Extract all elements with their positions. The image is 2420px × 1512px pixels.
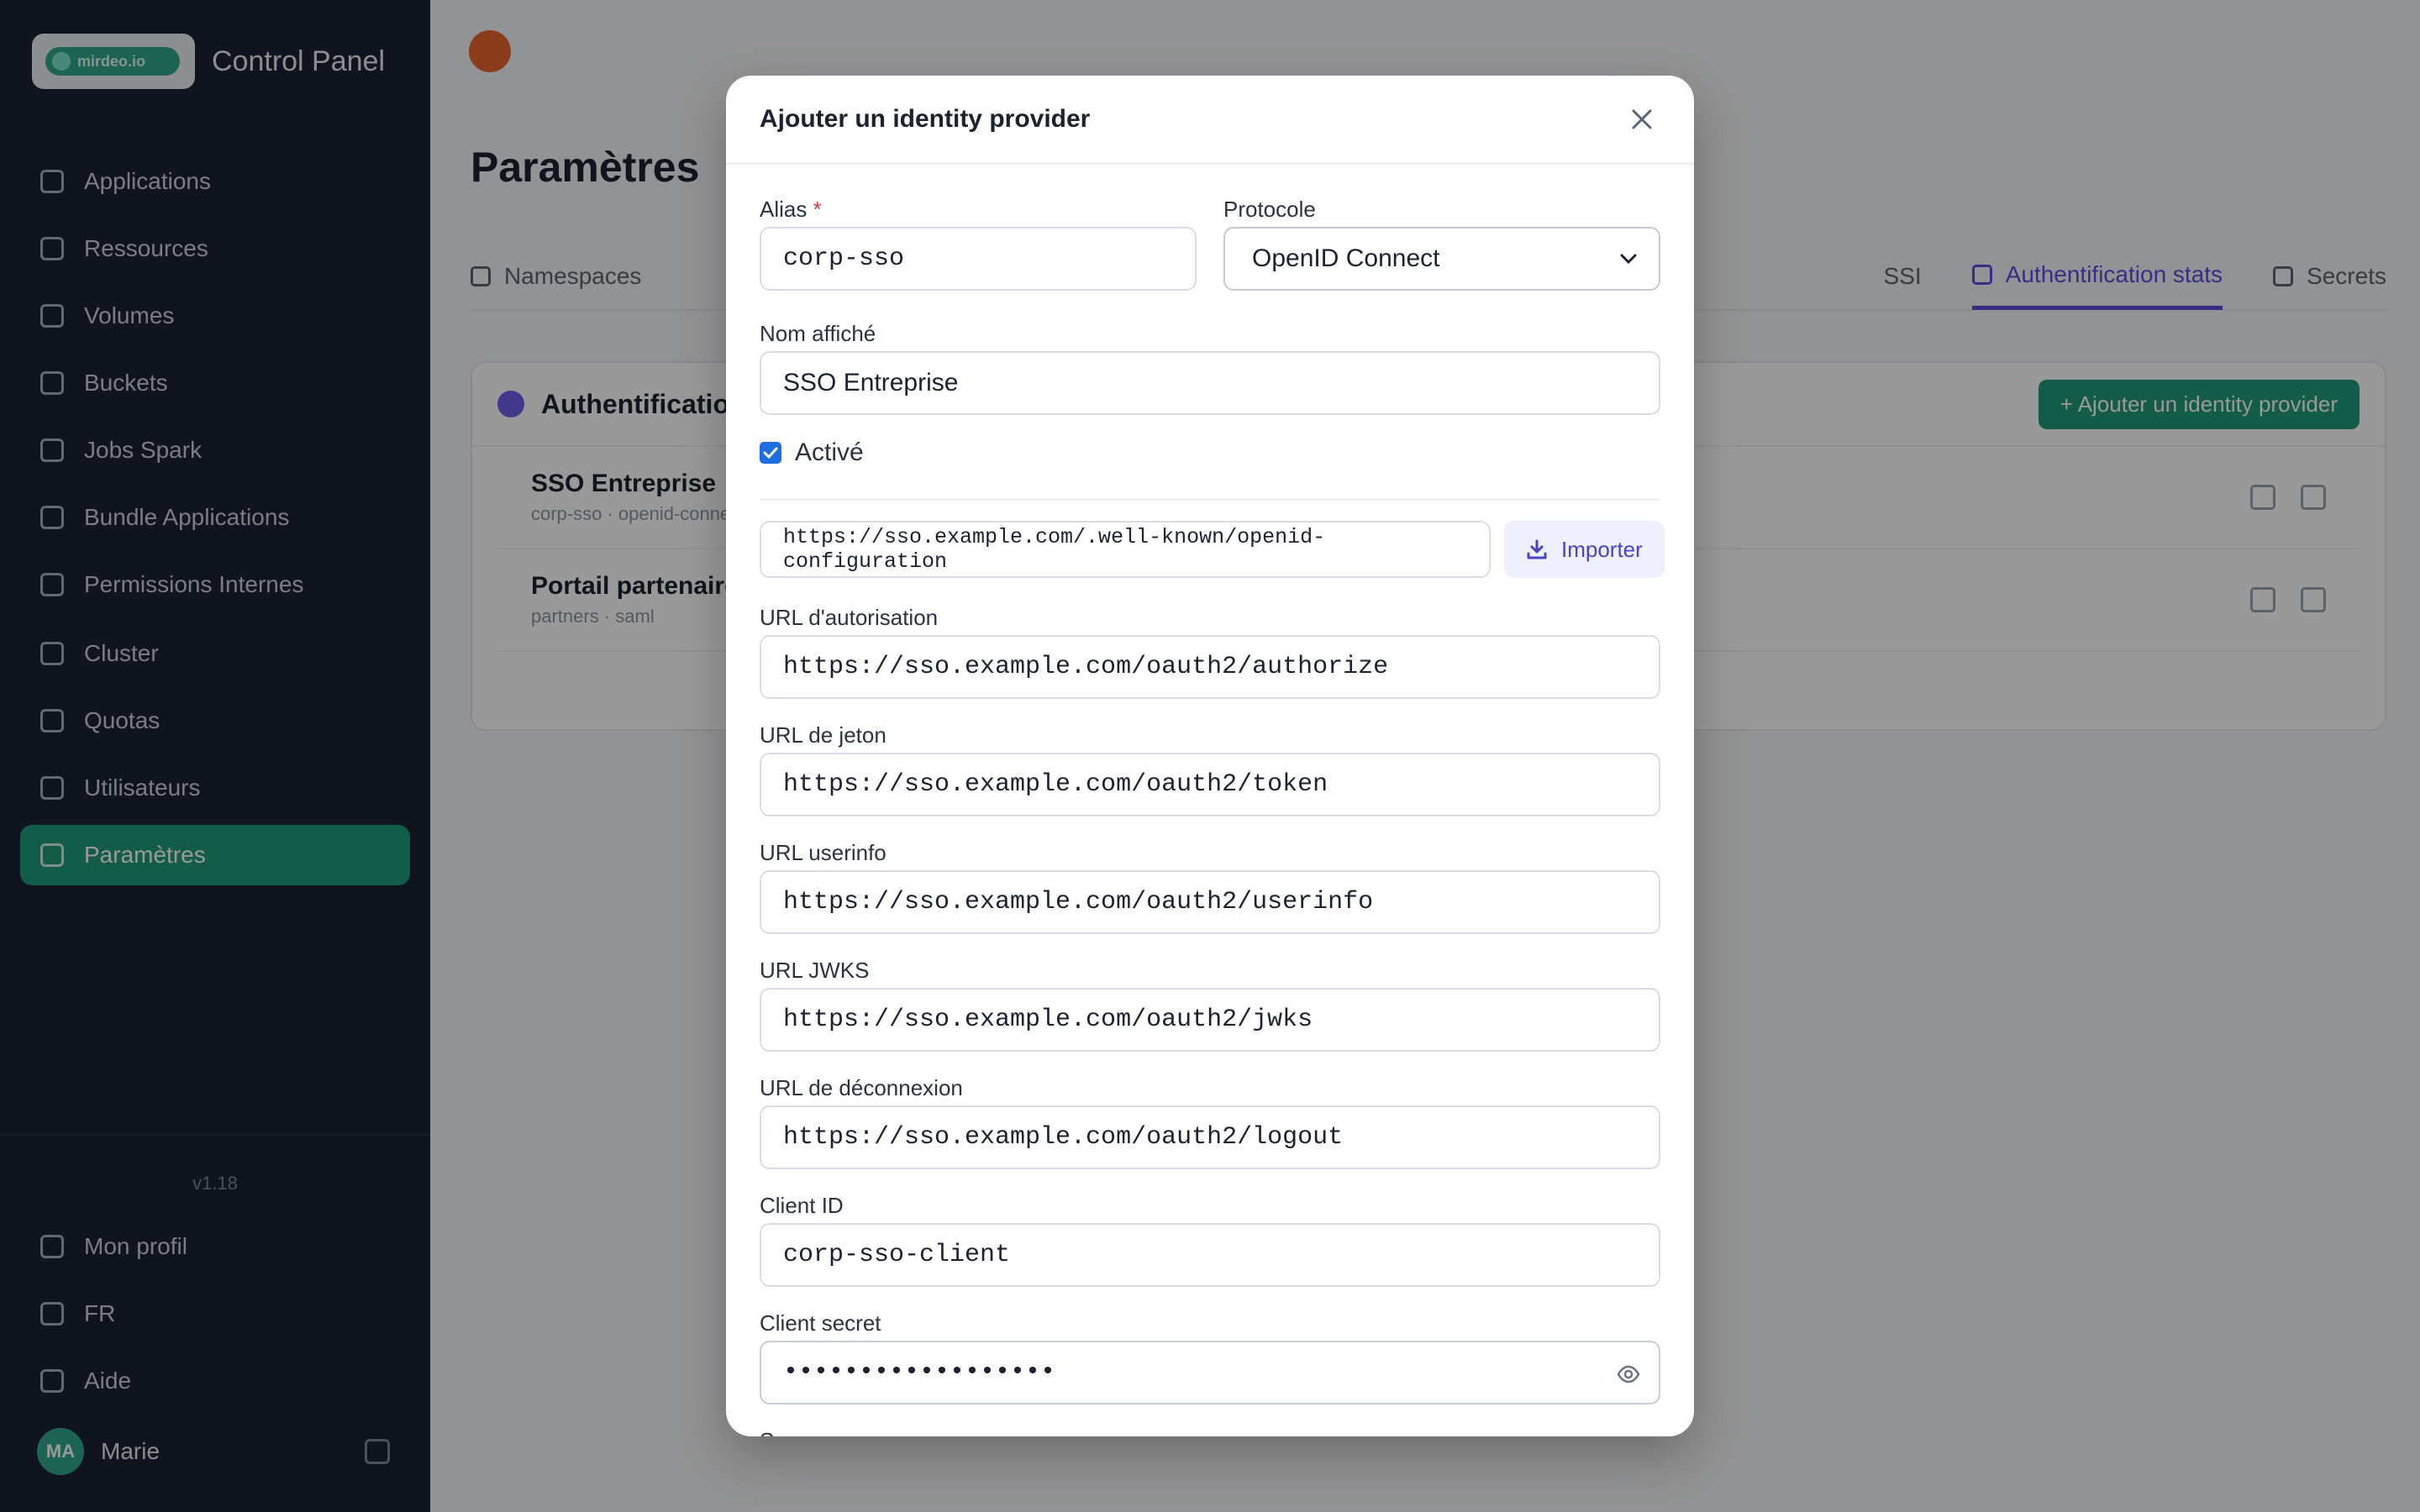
- close-icon: [1632, 109, 1652, 129]
- chevron-down-icon: [1620, 254, 1637, 265]
- add-identity-provider-dialog: Ajouter un identity provider Alias * cor…: [726, 76, 1694, 1436]
- required-marker: *: [813, 197, 822, 222]
- client-id-label: Client ID: [760, 1193, 844, 1218]
- auth-url-label: URL d'autorisation: [760, 605, 939, 630]
- logout-url-label: URL de déconnexion: [760, 1075, 963, 1100]
- client-id-input[interactable]: corp-sso-client: [760, 1223, 1660, 1287]
- alias-input[interactable]: corp-sso: [760, 227, 1197, 291]
- client-secret-label: Client secret: [760, 1310, 881, 1336]
- eye-icon[interactable]: [1617, 1362, 1640, 1386]
- import-button[interactable]: Importer: [1504, 521, 1665, 578]
- alias-label: Alias *: [760, 197, 822, 222]
- jwks-url-label: URL JWKS: [760, 958, 870, 983]
- close-button[interactable]: [1623, 101, 1660, 138]
- userinfo-url-label: URL userinfo: [760, 840, 886, 865]
- auth-url-input[interactable]: https://sso.example.com/oauth2/authorize: [760, 635, 1660, 699]
- client-secret-input[interactable]: ••••••••••••••••••: [760, 1341, 1660, 1404]
- dialog-header: Ajouter un identity provider: [726, 76, 1694, 165]
- userinfo-url-input[interactable]: https://sso.example.com/oauth2/userinfo: [760, 870, 1660, 934]
- logout-url-input[interactable]: https://sso.example.com/oauth2/logout: [760, 1105, 1660, 1169]
- token-url-label: URL de jeton: [760, 722, 886, 748]
- protocol-label: Protocole: [1223, 197, 1316, 222]
- enabled-row: Activé: [760, 438, 864, 467]
- dialog-title: Ajouter un identity provider: [760, 105, 1091, 133]
- jwks-url-input[interactable]: https://sso.example.com/oauth2/jwks: [760, 988, 1660, 1052]
- display-name-input[interactable]: SSO Entreprise: [760, 351, 1660, 415]
- client-secret-value: ••••••••••••••••••: [783, 1358, 1056, 1387]
- download-icon: [1527, 539, 1547, 559]
- enabled-checkbox[interactable]: [760, 442, 781, 464]
- scopes-label: Scopes: [760, 1428, 833, 1436]
- import-label: Importer: [1561, 536, 1643, 562]
- divider: [760, 499, 1660, 501]
- token-url-input[interactable]: https://sso.example.com/oauth2/token: [760, 753, 1660, 816]
- protocol-select[interactable]: OpenID Connect: [1223, 227, 1660, 291]
- check-icon: [763, 447, 778, 459]
- discovery-url-input[interactable]: https://sso.example.com/.well-known/open…: [760, 521, 1491, 578]
- enabled-label: Activé: [795, 438, 864, 466]
- protocol-selected-value: OpenID Connect: [1252, 244, 1440, 272]
- display-name-label: Nom affiché: [760, 321, 876, 346]
